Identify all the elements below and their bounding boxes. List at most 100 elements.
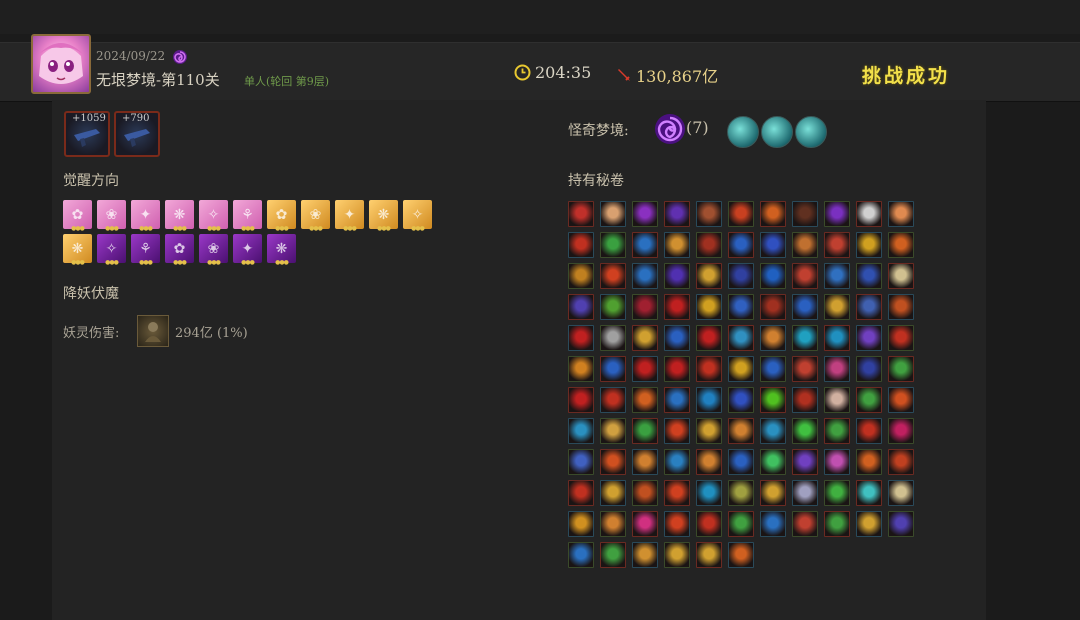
scroll-icon[interactable] — [824, 232, 850, 258]
scroll-icon[interactable] — [600, 418, 626, 444]
scroll-icon[interactable] — [792, 387, 818, 413]
scroll-icon[interactable] — [888, 449, 914, 475]
scroll-icon[interactable] — [632, 511, 658, 537]
scroll-icon[interactable] — [760, 449, 786, 475]
scroll-icon[interactable] — [696, 201, 722, 227]
scroll-icon[interactable] — [664, 511, 690, 537]
scroll-icon[interactable] — [568, 263, 594, 289]
scroll-icon[interactable] — [632, 449, 658, 475]
scroll-icon[interactable] — [888, 387, 914, 413]
scroll-icon[interactable] — [600, 449, 626, 475]
teal-orb-icon[interactable] — [761, 116, 793, 148]
scroll-icon[interactable] — [856, 294, 882, 320]
awaken-icon[interactable]: ⚘ ●●● — [131, 234, 160, 266]
scroll-icon[interactable] — [696, 542, 722, 568]
awaken-icon[interactable]: ✿ ●●● — [165, 234, 194, 266]
awaken-icon[interactable]: ❋ ●●● — [267, 234, 296, 266]
scroll-icon[interactable] — [792, 294, 818, 320]
scroll-icon[interactable] — [824, 325, 850, 351]
scroll-icon[interactable] — [568, 294, 594, 320]
player-avatar[interactable] — [31, 34, 91, 94]
scroll-icon[interactable] — [728, 232, 754, 258]
scroll-icon[interactable] — [760, 418, 786, 444]
scroll-icon[interactable] — [728, 418, 754, 444]
scroll-icon[interactable] — [632, 263, 658, 289]
scroll-icon[interactable] — [664, 480, 690, 506]
scroll-icon[interactable] — [568, 387, 594, 413]
scroll-icon[interactable] — [824, 294, 850, 320]
scroll-icon[interactable] — [600, 201, 626, 227]
awaken-icon[interactable]: ❀ ●●● — [97, 200, 126, 232]
scroll-icon[interactable] — [568, 449, 594, 475]
scroll-icon[interactable] — [824, 480, 850, 506]
scroll-icon[interactable] — [888, 232, 914, 258]
scroll-icon[interactable] — [696, 232, 722, 258]
scroll-icon[interactable] — [664, 201, 690, 227]
awaken-icon[interactable]: ❋ ●●● — [63, 234, 92, 266]
scroll-icon[interactable] — [600, 294, 626, 320]
scroll-icon[interactable] — [792, 232, 818, 258]
scroll-icon[interactable] — [856, 480, 882, 506]
scroll-icon[interactable] — [664, 263, 690, 289]
scroll-icon[interactable] — [600, 542, 626, 568]
scroll-icon[interactable] — [760, 480, 786, 506]
scroll-icon[interactable] — [568, 201, 594, 227]
scroll-icon[interactable] — [696, 294, 722, 320]
scroll-icon[interactable] — [888, 418, 914, 444]
scroll-icon[interactable] — [888, 480, 914, 506]
scroll-icon[interactable] — [792, 356, 818, 382]
scroll-icon[interactable] — [760, 511, 786, 537]
scroll-icon[interactable] — [632, 325, 658, 351]
scroll-icon[interactable] — [792, 480, 818, 506]
scroll-icon[interactable] — [568, 480, 594, 506]
scroll-icon[interactable] — [728, 387, 754, 413]
scroll-icon[interactable] — [792, 201, 818, 227]
awaken-icon[interactable]: ✧ ●●● — [199, 200, 228, 232]
scroll-icon[interactable] — [728, 511, 754, 537]
scroll-icon[interactable] — [568, 356, 594, 382]
awaken-icon[interactable]: ✿ ●●● — [63, 200, 92, 232]
scroll-icon[interactable] — [664, 449, 690, 475]
scroll-icon[interactable] — [856, 232, 882, 258]
scroll-icon[interactable] — [792, 418, 818, 444]
scroll-icon[interactable] — [664, 356, 690, 382]
scroll-icon[interactable] — [760, 232, 786, 258]
scroll-icon[interactable] — [600, 511, 626, 537]
scroll-icon[interactable] — [728, 294, 754, 320]
scroll-icon[interactable] — [824, 263, 850, 289]
scroll-icon[interactable] — [760, 387, 786, 413]
scroll-icon[interactable] — [632, 480, 658, 506]
scroll-icon[interactable] — [728, 325, 754, 351]
scroll-icon[interactable] — [664, 232, 690, 258]
scroll-icon[interactable] — [856, 201, 882, 227]
scroll-icon[interactable] — [568, 232, 594, 258]
scroll-icon[interactable] — [856, 356, 882, 382]
scroll-icon[interactable] — [632, 418, 658, 444]
scroll-icon[interactable] — [696, 418, 722, 444]
scroll-icon[interactable] — [760, 201, 786, 227]
scroll-icon[interactable] — [632, 542, 658, 568]
teal-orb-icon[interactable] — [727, 116, 759, 148]
awaken-icon[interactable]: ✧ ●●● — [97, 234, 126, 266]
scroll-icon[interactable] — [664, 387, 690, 413]
scroll-icon[interactable] — [632, 232, 658, 258]
scroll-icon[interactable] — [696, 387, 722, 413]
scroll-icon[interactable] — [888, 263, 914, 289]
awaken-icon[interactable]: ❋ ●●● — [165, 200, 194, 232]
scroll-icon[interactable] — [600, 325, 626, 351]
scroll-icon[interactable] — [888, 201, 914, 227]
scroll-icon[interactable] — [696, 325, 722, 351]
scroll-icon[interactable] — [760, 356, 786, 382]
scroll-icon[interactable] — [600, 232, 626, 258]
awaken-icon[interactable]: ✦ ●●● — [335, 200, 364, 232]
scroll-icon[interactable] — [600, 480, 626, 506]
awaken-icon[interactable]: ❋ ●●● — [369, 200, 398, 232]
scroll-icon[interactable] — [792, 325, 818, 351]
scroll-icon[interactable] — [600, 263, 626, 289]
scroll-icon[interactable] — [888, 356, 914, 382]
scroll-icon[interactable] — [824, 356, 850, 382]
scroll-icon[interactable] — [792, 511, 818, 537]
scroll-icon[interactable] — [664, 325, 690, 351]
scroll-icon[interactable] — [696, 511, 722, 537]
scroll-icon[interactable] — [856, 418, 882, 444]
